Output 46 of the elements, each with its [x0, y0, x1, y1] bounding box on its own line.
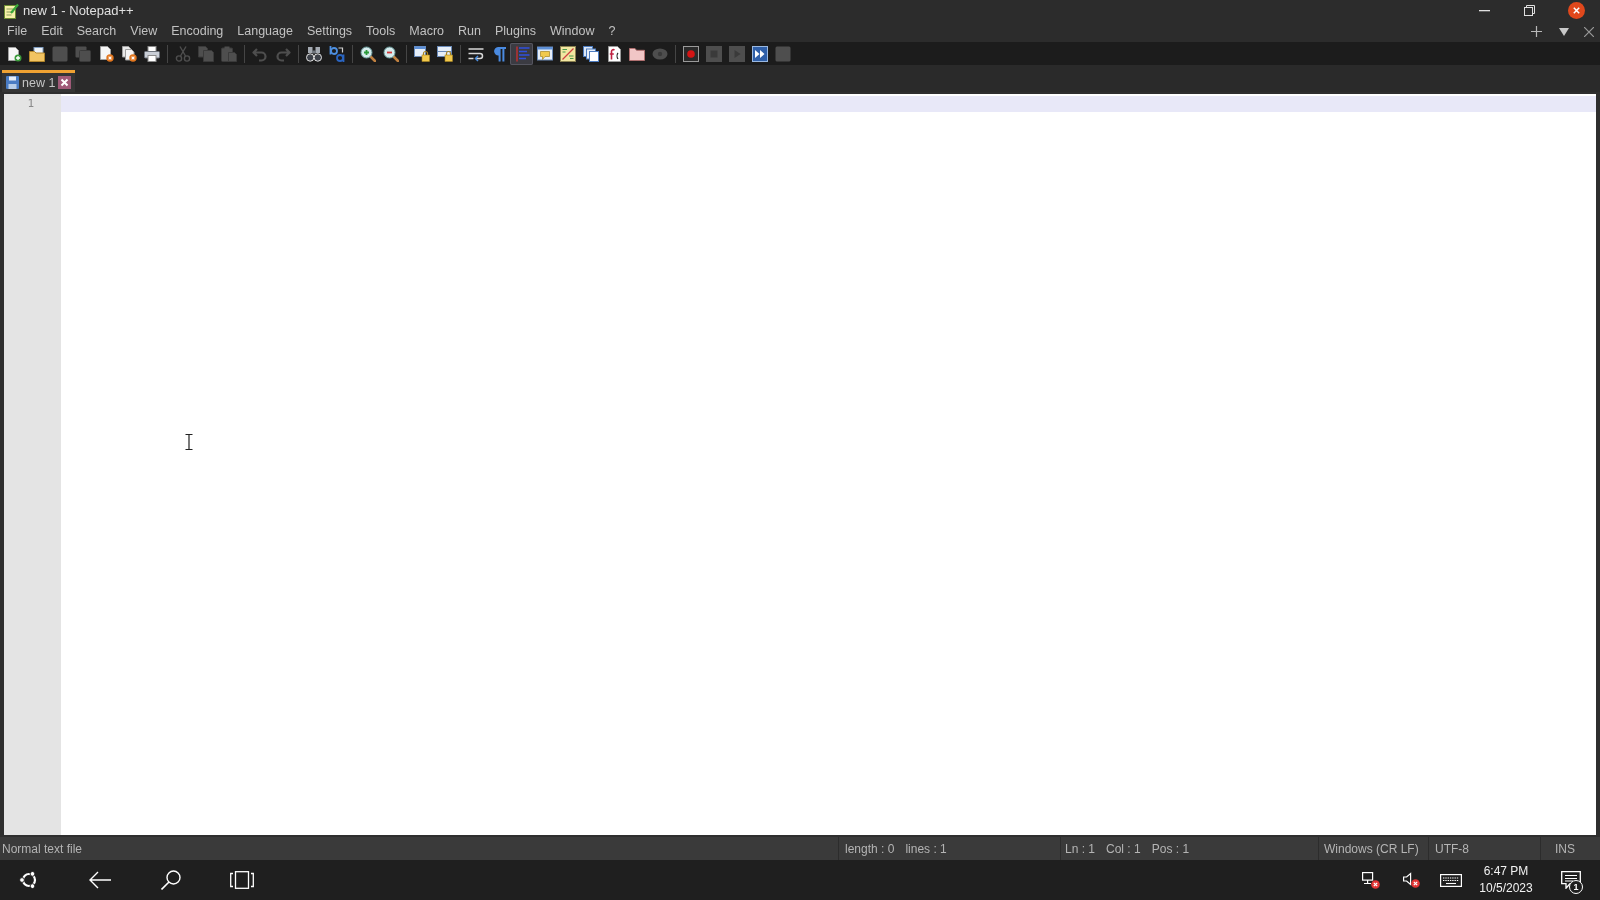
notepad-icon — [3, 2, 19, 19]
status-text: UTF-8 — [1435, 841, 1469, 856]
tab[interactable]: new 1 — [2, 70, 76, 92]
menu-item[interactable]: Run — [451, 22, 488, 41]
window-title: new 1 - Notepad++ — [23, 3, 134, 18]
dropdown-icon — [1559, 27, 1569, 36]
clock-date: 10/5/2023 — [1479, 880, 1533, 897]
status-text: length : 0 — [845, 841, 895, 856]
menu-item[interactable]: Plugins — [487, 22, 543, 41]
menu-item[interactable]: Edit — [34, 22, 70, 41]
status-text: Col : 1 — [1106, 841, 1141, 856]
search-icon — [161, 870, 181, 890]
clock-time: 6:47 PM — [1483, 863, 1529, 880]
status-text: Pos : 1 — [1151, 841, 1190, 856]
minimize-icon — [1479, 9, 1490, 12]
line-number: 1 — [27, 96, 34, 112]
menu-item[interactable]: Search — [69, 22, 124, 41]
menu-item[interactable]: Settings — [299, 22, 360, 41]
status-text: Normal text file — [2, 841, 83, 856]
menu-item[interactable]: File — [0, 22, 35, 41]
menu-item[interactable]: Encoding — [164, 22, 231, 41]
ring-dots-icon — [19, 870, 39, 890]
notification-badge: 1 — [1569, 880, 1583, 894]
status-text: lines : 1 — [905, 841, 947, 856]
plus-icon — [1530, 26, 1542, 37]
close-icon — [1567, 2, 1585, 19]
notification-icon — [1560, 871, 1581, 889]
keyboard-icon — [1440, 873, 1462, 887]
task-view-icon — [230, 871, 254, 889]
restore-icon — [1524, 5, 1535, 16]
menu-item[interactable]: Macro — [402, 22, 452, 41]
menu-item[interactable]: ? — [601, 22, 623, 41]
status-text: Ln : 1 — [1065, 841, 1096, 856]
close-icon[interactable] — [58, 76, 72, 89]
notification-button[interactable]: 1 — [1541, 860, 1600, 900]
close-icon — [1584, 26, 1594, 37]
text-cursor-icon — [185, 434, 193, 450]
status-text: Windows (CR LF) — [1324, 841, 1419, 856]
menu-item[interactable]: Window — [542, 22, 602, 41]
network-error-icon — [1362, 871, 1380, 889]
back-arrow-icon — [89, 871, 111, 889]
menu-item[interactable]: Tools — [359, 22, 403, 41]
status-text: INS — [1555, 841, 1575, 856]
menu-item[interactable]: View — [123, 22, 165, 41]
volume-muted-icon — [1402, 872, 1420, 888]
menu-item[interactable]: Language — [230, 22, 300, 41]
